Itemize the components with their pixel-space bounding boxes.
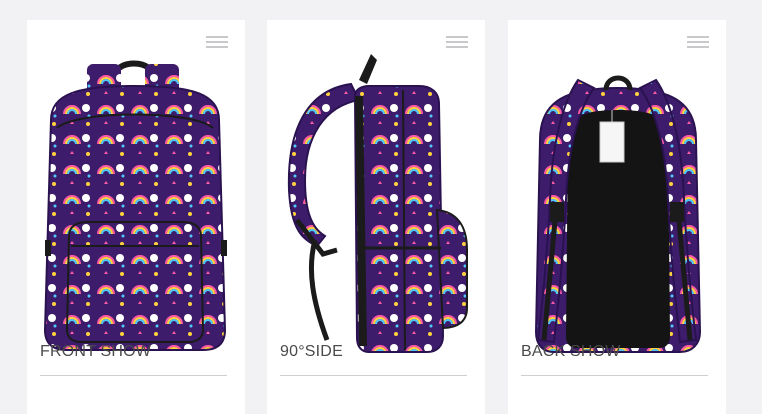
caption-divider (521, 375, 708, 376)
side-view-card[interactable]: 90°SIDE (267, 20, 485, 414)
back-view-card[interactable]: BACK SHOW (508, 20, 726, 414)
backpack-side-image (287, 54, 468, 353)
product-view-gallery: FRONT SHOW 90°SIDE BACK SHOW (0, 0, 762, 414)
caption-divider (40, 375, 227, 376)
card-caption: FRONT SHOW (40, 343, 152, 360)
card-caption: BACK SHOW (521, 343, 621, 360)
caption-divider (280, 375, 467, 376)
front-view-card[interactable]: FRONT SHOW (27, 20, 245, 414)
card-caption: 90°SIDE (280, 343, 343, 360)
backpack-front-image (43, 60, 227, 351)
backpack-back-image (534, 75, 702, 353)
